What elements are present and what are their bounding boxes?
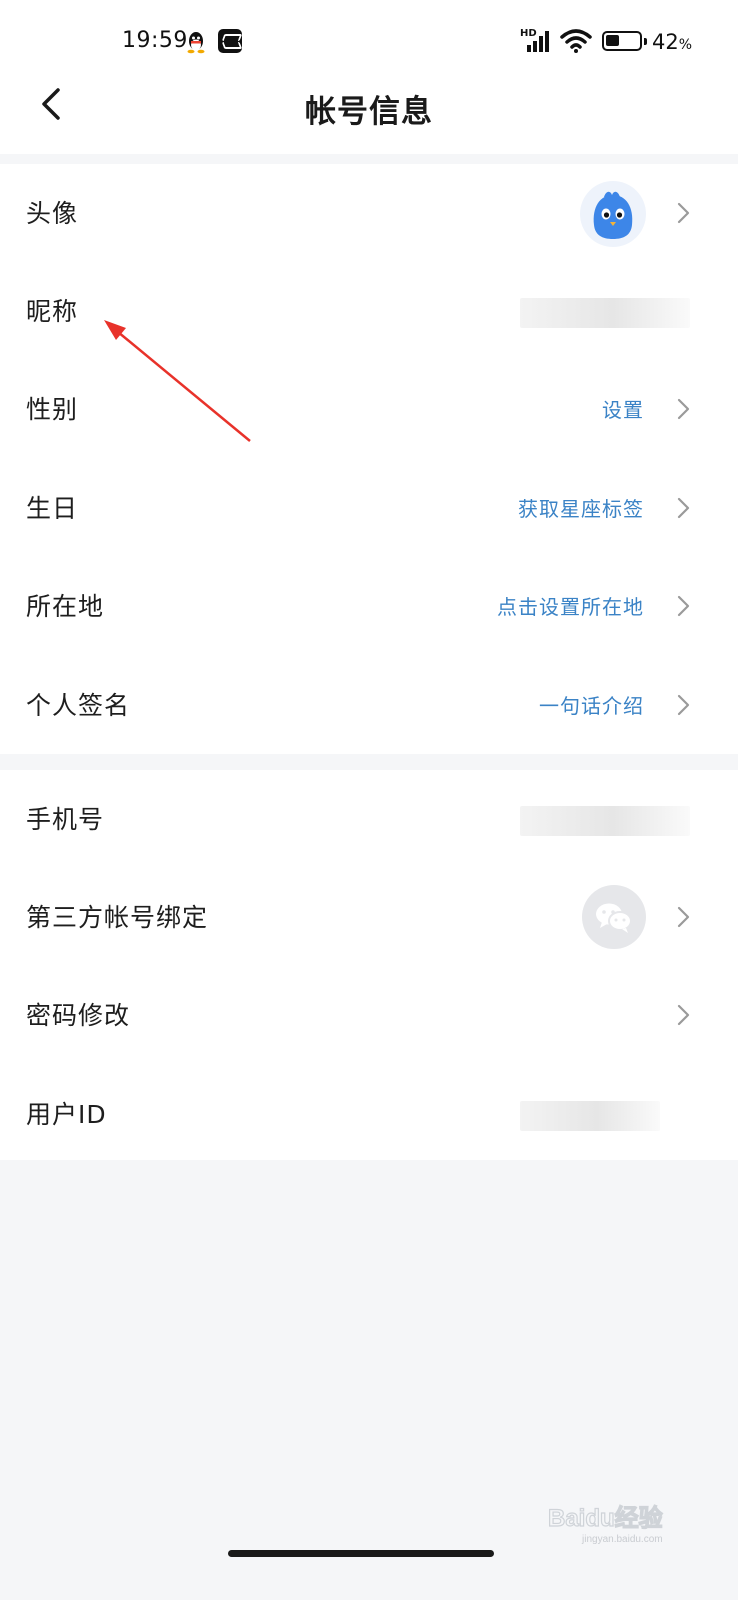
row-label: 性别	[26, 395, 79, 424]
row-label: 第三方帐号绑定	[26, 903, 209, 932]
row-label: 所在地	[26, 592, 105, 621]
home-indicator[interactable]	[228, 1550, 494, 1557]
watermark-subtext: jingyan.baidu.com	[581, 1534, 663, 1545]
watermark-text: Baidu经验	[548, 1504, 663, 1532]
row-value: 点击设置所在地	[497, 595, 644, 619]
battery-level	[606, 35, 620, 46]
row-password[interactable]: 密码修改	[0, 966, 738, 1064]
signal-icon	[527, 31, 549, 52]
page-title: 帐号信息	[305, 94, 433, 130]
qq-penguin-icon	[187, 32, 205, 54]
row-avatar[interactable]: 头像	[0, 164, 738, 262]
chevron-right-icon	[677, 497, 690, 519]
blurred-user-id	[520, 1101, 660, 1131]
chevron-right-icon	[677, 1004, 690, 1026]
capcut-icon	[218, 29, 242, 53]
row-third-party-binding[interactable]: 第三方帐号绑定	[0, 868, 738, 966]
chevron-right-icon	[677, 694, 690, 716]
chevron-right-icon	[677, 398, 690, 420]
battery-icon	[602, 31, 647, 51]
chevron-right-icon	[677, 202, 690, 224]
row-value: 一句话介绍	[539, 694, 644, 718]
status-bar: 19:59 HD 42%	[0, 0, 738, 84]
wifi-icon	[560, 29, 592, 53]
row-label: 头像	[26, 199, 79, 228]
row-birthday[interactable]: 生日 获取星座标签	[0, 459, 738, 557]
row-value: 获取星座标签	[518, 497, 644, 521]
row-label: 生日	[26, 494, 79, 523]
row-label: 个人签名	[26, 691, 131, 720]
chevron-right-icon	[677, 595, 690, 617]
avatar[interactable]	[580, 181, 646, 247]
row-location[interactable]: 所在地 点击设置所在地	[0, 557, 738, 655]
chevron-right-icon	[677, 906, 690, 928]
wechat-binding-button[interactable]	[582, 885, 646, 949]
status-time: 19:59	[122, 28, 188, 53]
row-signature[interactable]: 个人签名 一句话介绍	[0, 656, 738, 754]
row-gender[interactable]: 性别 设置	[0, 360, 738, 458]
row-user-id[interactable]: 用户ID	[0, 1065, 738, 1163]
row-label: 用户ID	[26, 1100, 107, 1129]
row-value: 设置	[602, 398, 644, 422]
bird-avatar-icon	[593, 191, 633, 239]
row-label: 密码修改	[26, 1001, 131, 1030]
baidu-watermark: Baidu经验 jingyan.baidu.com	[547, 1500, 698, 1546]
wechat-icon	[596, 903, 632, 933]
account-card: 手机号 第三方帐号绑定 密码修改 用户ID	[0, 770, 738, 1160]
row-nickname[interactable]: 昵称	[0, 262, 738, 360]
row-label: 昵称	[26, 297, 79, 326]
row-phone[interactable]: 手机号	[0, 770, 738, 868]
header: 帐号信息	[0, 84, 738, 154]
blurred-nickname	[520, 298, 690, 328]
blurred-phone	[520, 806, 690, 836]
profile-card: 头像 昵称 性别 设置 生日 获取星座标签 所在地 点击设置所在地 个人签名 一…	[0, 164, 738, 754]
battery-percent: 42%	[652, 30, 693, 54]
row-label: 手机号	[26, 805, 105, 834]
